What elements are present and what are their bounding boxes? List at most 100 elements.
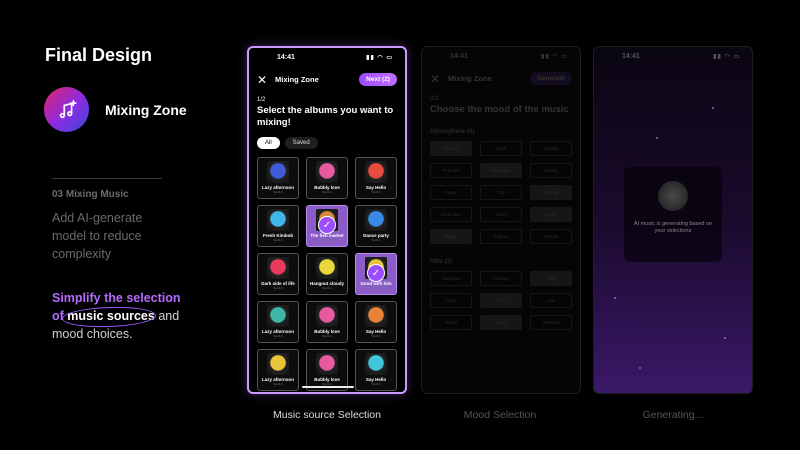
section-vibe: Vibe (3) [430, 258, 453, 265]
star-dot [724, 337, 726, 339]
check-icon: ✓ [367, 264, 385, 282]
mood-tag[interactable]: Healing [480, 271, 522, 286]
album-card[interactable]: Bubbly love Sunli 4 [306, 157, 348, 199]
mood-tag[interactable]: Pop [480, 185, 522, 200]
mood-tag[interactable]: Chill [480, 293, 522, 308]
vinyl-disc-icon [658, 181, 688, 211]
nav-bar: ✕ Mixing Zone Generate [422, 67, 580, 90]
album-art [316, 353, 338, 375]
next-button[interactable]: Next (2) [359, 73, 397, 86]
mood-tag[interactable]: Happy [430, 229, 472, 244]
generating-card: AI music is generating based on your sel… [624, 167, 722, 262]
album-artist: Sunli 4 [322, 334, 332, 338]
mood-tag[interactable]: Study [480, 315, 522, 330]
filter-saved[interactable]: Saved [284, 137, 318, 149]
album-grid: Lazy afternoon Sunli 4 Bubbly love Sunli 4S… [249, 157, 405, 391]
step-label: 03 Mixing Music [52, 189, 129, 200]
star-dot [656, 137, 658, 139]
album-artist: Sunli 4 [273, 238, 283, 242]
caption-generating: Generating... [642, 409, 704, 421]
album-artist: Sunli 4 [322, 238, 332, 242]
album-card[interactable]: Say Hello Sunli 4 [355, 349, 397, 391]
album-artist: Sunli 4 [273, 334, 283, 338]
close-icon[interactable]: ✕ [430, 73, 442, 85]
album-card[interactable]: Say Hello Sunli 4 [355, 301, 397, 343]
status-bar: 14:41 ▮▮ ◠ ▭ [594, 47, 752, 65]
mood-tag[interactable]: Peaceful [430, 163, 472, 178]
mood-tag[interactable]: Calm [480, 141, 522, 156]
album-card[interactable]: Dark side of life Sunli 4 [257, 253, 299, 295]
highlight-and: and [158, 309, 180, 323]
album-card[interactable]: Bubbly love Sunli 4 [306, 301, 348, 343]
album-art [365, 209, 387, 231]
album-artist: Sunli 4 [322, 286, 332, 290]
home-indicator [302, 386, 354, 388]
section-atmosphere: Atmosphere (6) [430, 128, 475, 135]
album-card[interactable]: Good with him Sunli 4 ✓ [355, 253, 397, 295]
album-artist: Sunli 4 [322, 190, 332, 194]
filter-all[interactable]: All [257, 137, 280, 149]
generate-button[interactable]: Generate [529, 72, 572, 85]
album-card[interactable]: Lazy afternoon Sunli 4 [257, 349, 299, 391]
generating-text: AI music is generating based on your sel… [633, 221, 713, 234]
mood-tag[interactable]: Love [430, 293, 472, 308]
album-art [267, 209, 289, 231]
vibe-tags: Hang out Healing Party Love Chill Late Travel S… [422, 271, 580, 330]
mood-tag[interactable]: Jazzy [480, 207, 522, 222]
mood-tag[interactable]: Intense [530, 229, 572, 244]
mood-tag[interactable]: Party [530, 271, 572, 286]
atmosphere-tags: Dreamy Calm Chaotic Peaceful Nostalgic Classi… [422, 141, 580, 244]
status-time: 14:41 [622, 52, 640, 60]
album-card[interactable]: Lazy afternoon Sunli 4 [257, 301, 299, 343]
album-art [267, 257, 289, 279]
close-icon[interactable]: ✕ [257, 74, 269, 86]
album-artist: Sunli 4 [273, 382, 283, 386]
mood-tag[interactable]: Late [530, 293, 572, 308]
highlight-rest: mood choices. [52, 327, 133, 341]
signal-wifi-battery-icon: ▮▮ ◠ ▭ [713, 53, 740, 60]
mood-tag[interactable]: Bright [530, 207, 572, 222]
step-number: 1/2 [257, 97, 266, 103]
album-art [267, 305, 289, 327]
mood-tag[interactable]: Travel [430, 315, 472, 330]
mood-tag[interactable]: Mellow [480, 229, 522, 244]
mood-tag[interactable]: Chaotic [530, 141, 572, 156]
status-bar: 14:41 ▮▮ ◠ ▭ [249, 48, 405, 66]
check-icon: ✓ [318, 216, 336, 234]
album-artist: Sunli 4 [371, 190, 381, 194]
star-dot [614, 297, 616, 299]
album-card[interactable]: Dance party Sunli 4 [355, 205, 397, 247]
phone-generating: 14:41 ▮▮ ◠ ▭ AI music is generating base… [593, 46, 753, 394]
mood-tag[interactable]: Workout [530, 315, 572, 330]
screen-heading: Select the albums you want to mixing! [257, 105, 394, 128]
album-card[interactable]: Say Hello Sunli 4 [355, 157, 397, 199]
mood-tag[interactable]: Groovy [530, 185, 572, 200]
album-card[interactable]: The fish market Sunli 4 ✓ [306, 205, 348, 247]
mood-tag[interactable]: Nostalgic [480, 163, 522, 178]
star-dot [639, 367, 641, 369]
mood-tag[interactable]: Classic [530, 163, 572, 178]
screen-heading: Choose the mood of the music [430, 104, 569, 115]
mood-tag[interactable]: Funky [430, 185, 472, 200]
album-card[interactable]: Fresh Kimbob Sunli 4 [257, 205, 299, 247]
album-card[interactable]: Lazy afternoon Sunli 4 [257, 157, 299, 199]
description: Add AI-generate model to reduce complexi… [52, 211, 143, 261]
status-time: 14:41 [277, 53, 295, 61]
highlight-prefix: Simplify the selection [52, 291, 181, 305]
mood-tag[interactable]: Dreamy [430, 141, 472, 156]
album-card[interactable]: Bubbly love Sunli 4 [306, 349, 348, 391]
status-time: 14:41 [450, 52, 468, 60]
mood-tag[interactable]: Cinematic [430, 207, 472, 222]
album-art [316, 161, 338, 183]
album-artist: Sunli 4 [371, 286, 381, 290]
mood-tag[interactable]: Hang out [430, 271, 472, 286]
album-artist: Sunli 4 [371, 334, 381, 338]
album-art [267, 161, 289, 183]
album-art [365, 161, 387, 183]
phone-mood-selection: 14:41 ▮▮ ◠ ▭ ✕ Mixing Zone Generate 2/2 … [421, 46, 581, 394]
highlight-circled: music sources [67, 309, 155, 323]
album-card[interactable]: Hangout cloudy Sunli 4 [306, 253, 348, 295]
phone-music-source: 14:41 ▮▮ ◠ ▭ ✕ Mixing Zone Next (2) 1/2 … [247, 46, 407, 394]
nav-title: Mixing Zone [275, 75, 319, 84]
album-artist: Sunli 4 [273, 190, 283, 194]
